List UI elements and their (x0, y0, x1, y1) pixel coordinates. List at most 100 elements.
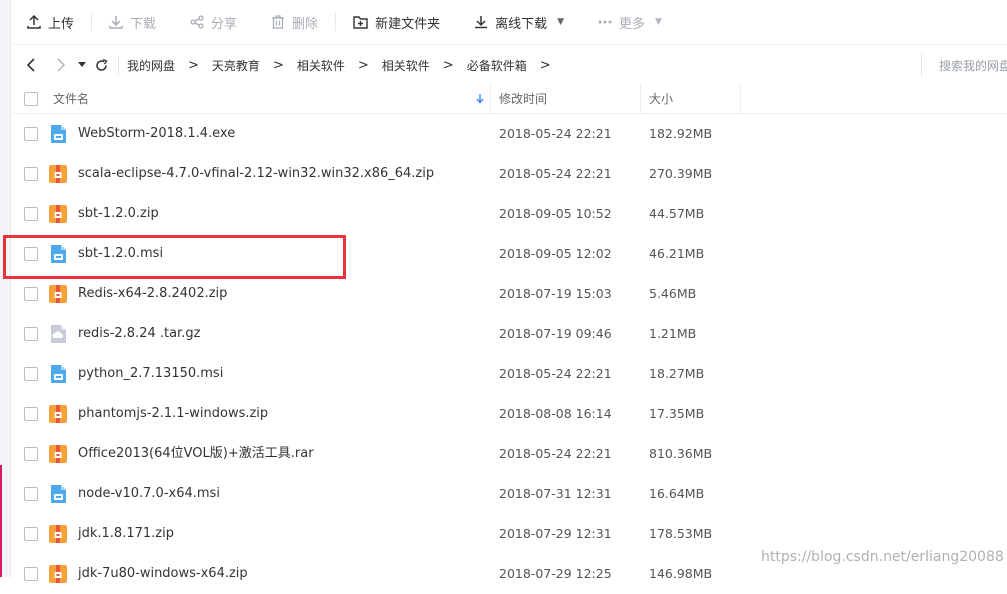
file-modified-time: 2018-05-24 22:21 (499, 366, 612, 381)
refresh-icon[interactable] (90, 50, 112, 80)
file-size: 17.35MB (649, 406, 705, 421)
installer-icon (48, 124, 68, 144)
breadcrumb-item[interactable]: 我的网盘 (127, 57, 175, 74)
file-name[interactable]: node-v10.7.0-x64.msi (78, 474, 220, 514)
share-icon (190, 15, 204, 29)
new-folder-button[interactable]: 新建文件夹 (336, 0, 457, 44)
file-row[interactable]: scala-eclipse-4.7.0-vfinal-2.12-win32.wi… (10, 154, 1007, 194)
row-checkbox[interactable] (24, 167, 38, 181)
file-list-header: 文件名 修改时间 大小 (10, 84, 1007, 114)
file-name[interactable]: jdk.1.8.171.zip (78, 514, 174, 554)
share-button[interactable]: 分享 (173, 0, 254, 44)
select-all-checkbox[interactable] (24, 84, 38, 113)
more-button[interactable]: 更多 ▼ (581, 0, 679, 44)
archive-icon (48, 204, 68, 224)
column-divider (640, 84, 641, 113)
file-name[interactable]: python_2.7.13150.msi (78, 354, 223, 394)
file-name[interactable]: scala-eclipse-4.7.0-vfinal-2.12-win32.wi… (78, 154, 434, 194)
new-folder-icon (353, 15, 368, 29)
archive-icon (48, 284, 68, 304)
column-header-size[interactable]: 大小 (649, 84, 673, 113)
file-row[interactable]: Office2013(64位VOL版)+激活工具.rar 2018-05-24 2… (10, 434, 1007, 474)
row-checkbox[interactable] (24, 287, 38, 301)
file-name[interactable]: WebStorm-2018.1.4.exe (78, 114, 235, 154)
share-label: 分享 (211, 16, 238, 32)
file-row[interactable]: WebStorm-2018.1.4.exe 2018-05-24 22:21 182… (10, 114, 1007, 154)
file-modified-time: 2018-05-24 22:21 (499, 446, 612, 461)
row-checkbox[interactable] (24, 407, 38, 421)
row-checkbox[interactable] (24, 367, 38, 381)
column-header-modified[interactable]: 修改时间 (499, 84, 547, 113)
file-name[interactable]: redis-2.8.24 .tar.gz (78, 314, 200, 354)
row-checkbox[interactable] (24, 447, 38, 461)
archive-icon (48, 564, 68, 584)
file-modified-time: 2018-09-05 12:02 (499, 246, 612, 261)
breadcrumb-separator: > (357, 57, 369, 73)
file-name[interactable]: sbt-1.2.0.zip (78, 194, 159, 234)
file-row[interactable]: Redis-x64-2.8.2402.zip 2018-07-19 15:03 5.… (10, 274, 1007, 314)
file-size: 810.36MB (649, 446, 713, 461)
file-size: 5.46MB (649, 286, 697, 301)
offline-download-label: 离线下载 (495, 16, 548, 32)
file-row[interactable]: python_2.7.13150.msi 2018-05-24 22:21 18.2… (10, 354, 1007, 394)
file-name[interactable]: jdk-7u80-windows-x64.zip (78, 554, 248, 594)
breadcrumb-separator: > (188, 57, 199, 73)
file-name[interactable]: Office2013(64位VOL版)+激活工具.rar (78, 434, 314, 474)
archive-icon (48, 404, 68, 424)
installer-icon (48, 364, 68, 384)
file-size: 146.98MB (649, 566, 713, 581)
sort-arrow-icon[interactable] (476, 84, 484, 113)
row-checkbox[interactable] (24, 327, 38, 341)
breadcrumb-item[interactable]: 必备软件箱 (467, 57, 527, 74)
column-divider (490, 84, 491, 113)
chevron-down-icon: ▼ (655, 17, 662, 27)
file-row[interactable]: node-v10.7.0-x64.msi 2018-07-31 12:31 16.6… (10, 474, 1007, 514)
file-modified-time: 2018-07-29 12:31 (499, 526, 612, 541)
offline-download-button[interactable]: 离线下载 ▼ (457, 0, 581, 44)
file-name[interactable]: Redis-x64-2.8.2402.zip (78, 274, 227, 314)
sidebar-accent-bar (0, 465, 2, 577)
breadcrumb-item[interactable]: 天亮教育 (212, 57, 260, 74)
breadcrumb-separator: > (272, 57, 284, 73)
file-size: 182.92MB (649, 126, 713, 141)
file-size: 178.53MB (649, 526, 713, 541)
delete-label: 删除 (292, 16, 319, 32)
search-input[interactable]: 搜索我的网盘文件 (921, 53, 1007, 77)
toolbar: 上传 下载 分享 删除 新建文件夹 离线下载 ▼ 更多 ▼ (10, 0, 1007, 44)
forward-icon[interactable] (48, 50, 74, 80)
breadcrumb-item[interactable]: 相关软件 (297, 57, 345, 74)
row-checkbox[interactable] (24, 487, 38, 501)
download-button[interactable]: 下载 (92, 0, 173, 44)
file-row[interactable]: phantomjs-2.1.1-windows.zip 2018-08-08 16… (10, 394, 1007, 434)
history-dropdown-icon[interactable] (74, 50, 90, 80)
row-checkbox[interactable] (24, 127, 38, 141)
delete-button[interactable]: 删除 (254, 0, 335, 44)
upload-icon (27, 15, 41, 29)
breadcrumb-item[interactable]: 相关软件 (382, 57, 430, 74)
download-label: 下载 (130, 16, 157, 32)
row-checkbox[interactable] (24, 527, 38, 541)
upload-button[interactable]: 上传 (10, 0, 91, 44)
new-folder-label: 新建文件夹 (375, 16, 441, 32)
highlight-box (3, 235, 346, 279)
download-icon (109, 15, 123, 29)
row-checkbox[interactable] (24, 567, 38, 581)
file-modified-time: 2018-07-31 12:31 (499, 486, 612, 501)
file-modified-time: 2018-07-19 09:46 (499, 326, 612, 341)
column-header-name[interactable]: 文件名 (53, 84, 89, 113)
file-name[interactable]: phantomjs-2.1.1-windows.zip (78, 394, 268, 434)
file-size: 270.39MB (649, 166, 713, 181)
navigation-bar: 我的网盘 > 天亮教育 > 相关软件 > 相关软件 > 必备软件箱 > 搜索我的… (10, 44, 1007, 85)
nav-divider (118, 56, 119, 74)
column-divider (740, 84, 741, 113)
file-row[interactable]: sbt-1.2.0.zip 2018-09-05 10:52 44.57MB (10, 194, 1007, 234)
archive-icon (48, 164, 68, 184)
file-row[interactable]: redis-2.8.24 .tar.gz 2018-07-19 09:46 1.21… (10, 314, 1007, 354)
file-row[interactable]: jdk.1.8.171.zip 2018-07-29 12:31 178.53MB (10, 514, 1007, 554)
row-checkbox[interactable] (24, 207, 38, 221)
back-icon[interactable] (18, 50, 44, 80)
file-modified-time: 2018-05-24 22:21 (499, 126, 612, 141)
upload-label: 上传 (48, 16, 75, 32)
more-dots-icon (598, 15, 612, 29)
file-modified-time: 2018-09-05 10:52 (499, 206, 612, 221)
